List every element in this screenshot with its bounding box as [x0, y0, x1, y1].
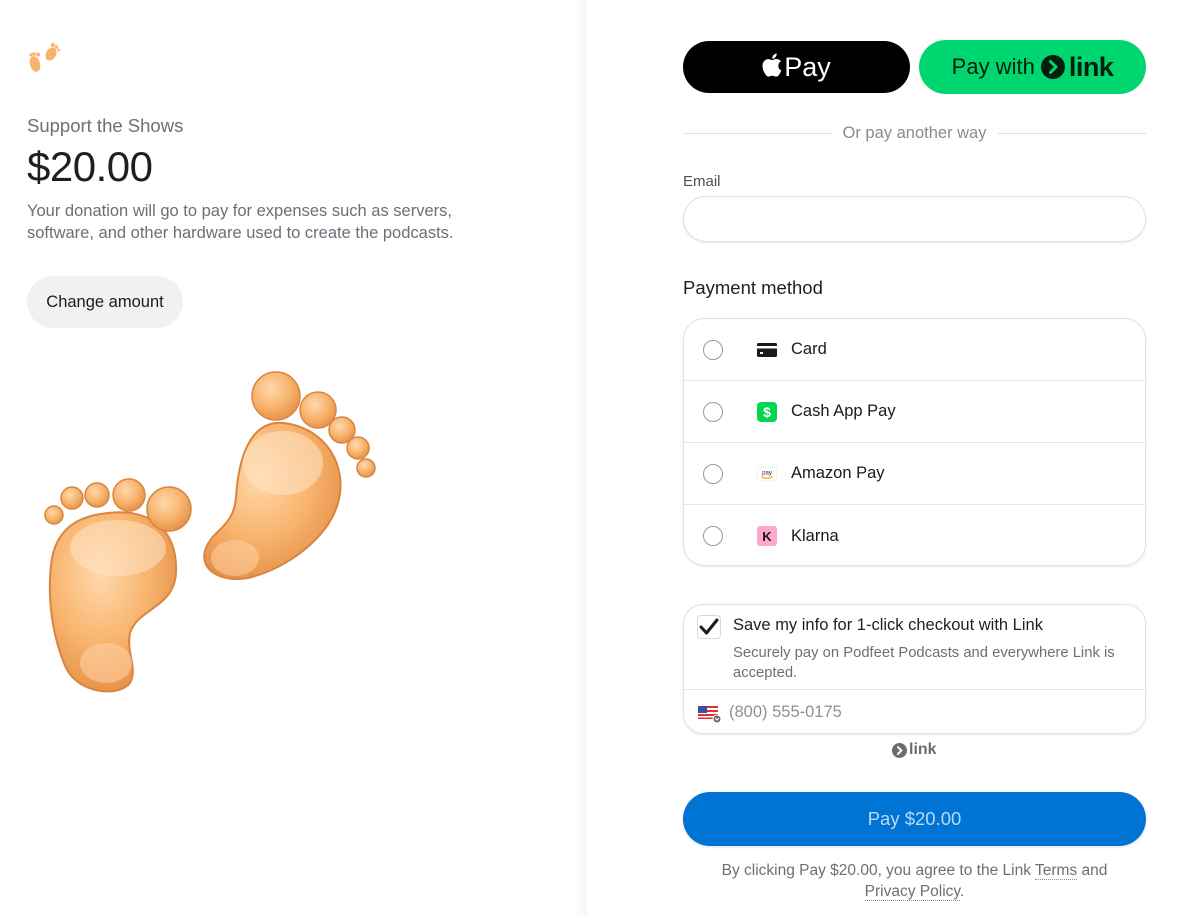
change-amount-button[interactable]: Change amount: [27, 276, 183, 328]
terms-suffix: .: [960, 883, 965, 900]
product-price: $20.00: [27, 143, 153, 190]
apple-pay-button[interactable]: Pay: [683, 41, 910, 93]
credit-card-icon: [757, 340, 777, 360]
privacy-policy-link[interactable]: Privacy Policy: [864, 883, 960, 901]
apple-pay-label: Pay: [784, 51, 831, 82]
klarna-icon: K: [757, 526, 777, 546]
link-logo: link: [892, 741, 937, 759]
pay-button[interactable]: Pay $20.00: [683, 792, 1146, 846]
link-chevron-icon: [1040, 55, 1065, 79]
payment-option-card[interactable]: Card: [684, 319, 1145, 381]
apple-logo-icon: [762, 53, 782, 77]
payment-option-label: Klarna: [791, 526, 839, 545]
product-summary-panel: Support the Shows $20.00 Your donation w…: [0, 0, 586, 916]
terms-notice: By clicking Pay $20.00, you agree to the…: [683, 860, 1146, 902]
payment-option-label: Card: [791, 340, 827, 358]
email-label: Email: [683, 173, 721, 190]
save-info-row: Save my info for 1-click checkout with L…: [684, 605, 1145, 690]
link-chevron-icon: [892, 742, 907, 758]
pay-with-link-button[interactable]: Pay with link: [919, 40, 1146, 94]
terms-prefix: By clicking Pay $20.00, you agree to the…: [721, 862, 1035, 879]
radio-button[interactable]: [703, 339, 723, 360]
phone-row: [684, 691, 1145, 734]
cash-app-icon: $: [757, 401, 777, 422]
phone-input[interactable]: [729, 703, 1109, 722]
panel-divider: [574, 0, 588, 916]
payment-method-title: Payment method: [683, 277, 823, 298]
save-info-checkbox[interactable]: [697, 615, 721, 639]
radio-button[interactable]: [703, 526, 723, 546]
payment-option-amazon-pay[interactable]: pay Amazon Pay: [684, 443, 1145, 505]
link-save-info-box: Save my info for 1-click checkout with L…: [683, 604, 1146, 734]
terms-middle: and: [1077, 862, 1108, 879]
save-info-title: Save my info for 1-click checkout with L…: [733, 616, 1043, 634]
divider-line: [997, 132, 1146, 134]
footprints-illustration: [38, 368, 383, 693]
svg-text:K: K: [762, 529, 772, 544]
radio-button[interactable]: [703, 463, 723, 484]
payment-option-label: Cash App Pay: [791, 402, 896, 420]
email-input[interactable]: [683, 196, 1146, 242]
pay-with-label: Pay with: [951, 54, 1035, 79]
terms-link[interactable]: Terms: [1034, 862, 1078, 880]
radio-button[interactable]: [703, 401, 723, 422]
payment-option-label: Amazon Pay: [791, 464, 885, 482]
or-divider-text: Or pay another way: [842, 123, 987, 142]
or-divider: Or pay another way: [683, 122, 1146, 144]
link-wordmark: link: [1068, 51, 1114, 82]
svg-text:pay: pay: [762, 470, 773, 476]
product-description: Your donation will go to pay for expense…: [27, 202, 454, 242]
checkmark-icon: [699, 618, 719, 635]
us-flag-icon[interactable]: [698, 705, 722, 723]
payment-option-cash-app[interactable]: $ Cash App Pay: [684, 381, 1145, 443]
link-wordmark: link: [909, 741, 937, 758]
amazon-pay-icon: pay: [757, 464, 777, 484]
payment-method-list: Card $ Cash App Pay pay Amazon Pay K Kla…: [683, 318, 1146, 566]
divider-line: [683, 132, 832, 134]
payment-option-klarna[interactable]: K Klarna: [684, 505, 1145, 565]
checkout-panel: Pay Pay with link Or pay another way Ema…: [587, 0, 1198, 916]
footprints-icon: [27, 42, 61, 74]
product-name: Support the Shows: [27, 115, 184, 136]
save-info-subtitle: Securely pay on Podfeet Podcasts and eve…: [733, 645, 1115, 681]
svg-text:$: $: [763, 404, 771, 420]
